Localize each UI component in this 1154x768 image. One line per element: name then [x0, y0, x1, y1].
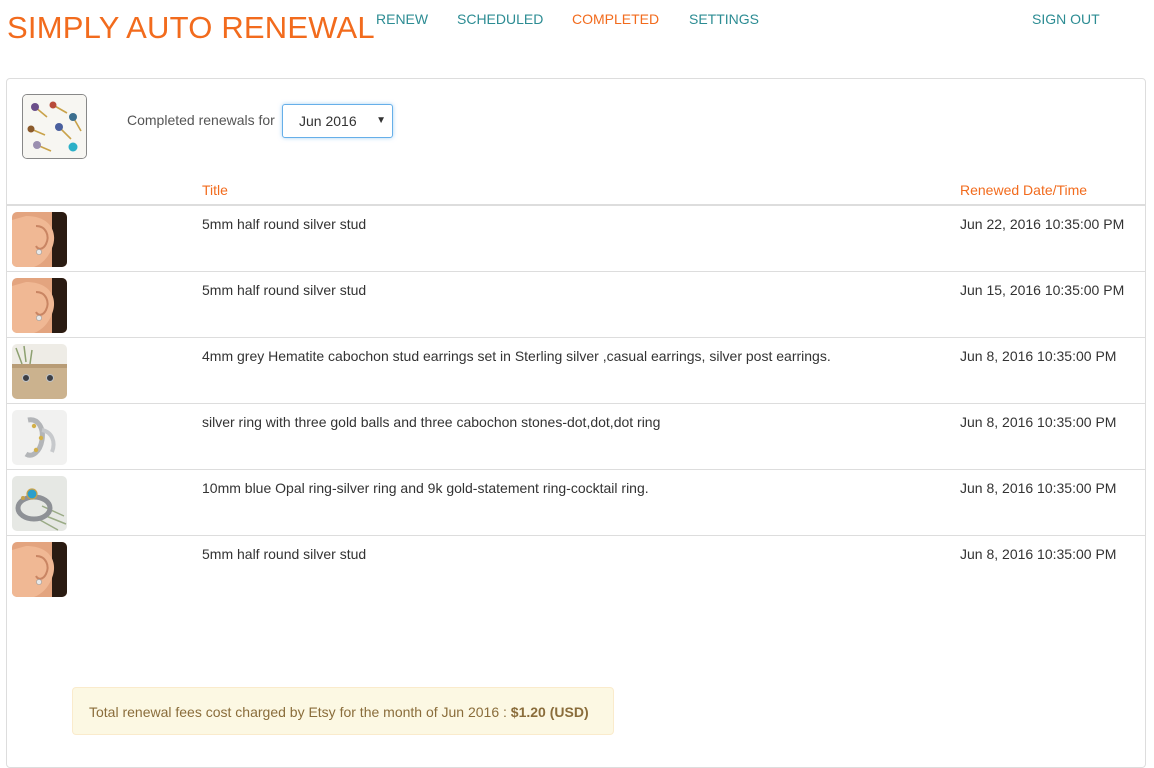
- nav-settings[interactable]: SETTINGS: [689, 11, 759, 27]
- ear-stud-thumbnail: [12, 278, 67, 333]
- caret-down-icon: ▼: [376, 115, 386, 126]
- row-date: Jun 22, 2016 10:35:00 PM: [960, 216, 1125, 232]
- nav-completed[interactable]: COMPLETED: [572, 11, 659, 27]
- table-row: silver ring with three gold balls and th…: [7, 404, 1145, 470]
- renewals-table-body: 5mm half round silver stud Jun 22, 2016 …: [7, 206, 1145, 602]
- row-title[interactable]: 10mm blue Opal ring-silver ring and 9k g…: [202, 480, 649, 496]
- row-date: Jun 8, 2016 10:35:00 PM: [960, 480, 1117, 496]
- opal-ring-thumbnail: [12, 476, 67, 531]
- table-row: 10mm blue Opal ring-silver ring and 9k g…: [7, 470, 1145, 536]
- brand-title: SIMPLY AUTO RENEWAL: [7, 10, 375, 45]
- row-title[interactable]: 5mm half round silver stud: [202, 216, 366, 232]
- table-row: 5mm half round silver stud Jun 22, 2016 …: [7, 206, 1145, 272]
- ear-stud-thumbnail: [12, 212, 67, 267]
- hematite-studs-thumbnail: [12, 344, 67, 399]
- silver-ring-thumbnail: [12, 410, 67, 465]
- row-date: Jun 8, 2016 10:35:00 PM: [960, 348, 1117, 364]
- month-select[interactable]: Jun 2016 ▼: [282, 104, 393, 138]
- row-date: Jun 8, 2016 10:35:00 PM: [960, 546, 1117, 562]
- column-header-title[interactable]: Title: [202, 182, 228, 198]
- renewal-fees-alert: Total renewal fees cost charged by Etsy …: [72, 687, 614, 735]
- nav-scheduled[interactable]: SCHEDULED: [457, 11, 543, 27]
- row-title[interactable]: 5mm half round silver stud: [202, 546, 366, 562]
- completed-renewals-panel: Completed renewals for Jun 2016 ▼ Title …: [6, 78, 1146, 768]
- row-date: Jun 8, 2016 10:35:00 PM: [960, 414, 1117, 430]
- filter-label: Completed renewals for: [127, 112, 275, 128]
- ear-stud-thumbnail: [12, 542, 67, 597]
- row-title[interactable]: 4mm grey Hematite cabochon stud earrings…: [202, 348, 831, 364]
- month-select-value: Jun 2016: [299, 113, 357, 129]
- row-date: Jun 15, 2016 10:35:00 PM: [960, 282, 1125, 298]
- table-row: 5mm half round silver stud Jun 15, 2016 …: [7, 272, 1145, 338]
- shop-image: [22, 94, 87, 159]
- row-title[interactable]: 5mm half round silver stud: [202, 282, 366, 298]
- nav-renew[interactable]: RENEW: [376, 11, 428, 27]
- fees-text: Total renewal fees cost charged by Etsy …: [89, 704, 511, 720]
- row-title[interactable]: silver ring with three gold balls and th…: [202, 414, 660, 430]
- table-row: 4mm grey Hematite cabochon stud earrings…: [7, 338, 1145, 404]
- nav-sign-out[interactable]: SIGN OUT: [1032, 11, 1100, 27]
- table-row: 5mm half round silver stud Jun 8, 2016 1…: [7, 536, 1145, 602]
- column-header-date[interactable]: Renewed Date/Time: [960, 182, 1087, 198]
- fees-amount: $1.20 (USD): [510, 704, 589, 720]
